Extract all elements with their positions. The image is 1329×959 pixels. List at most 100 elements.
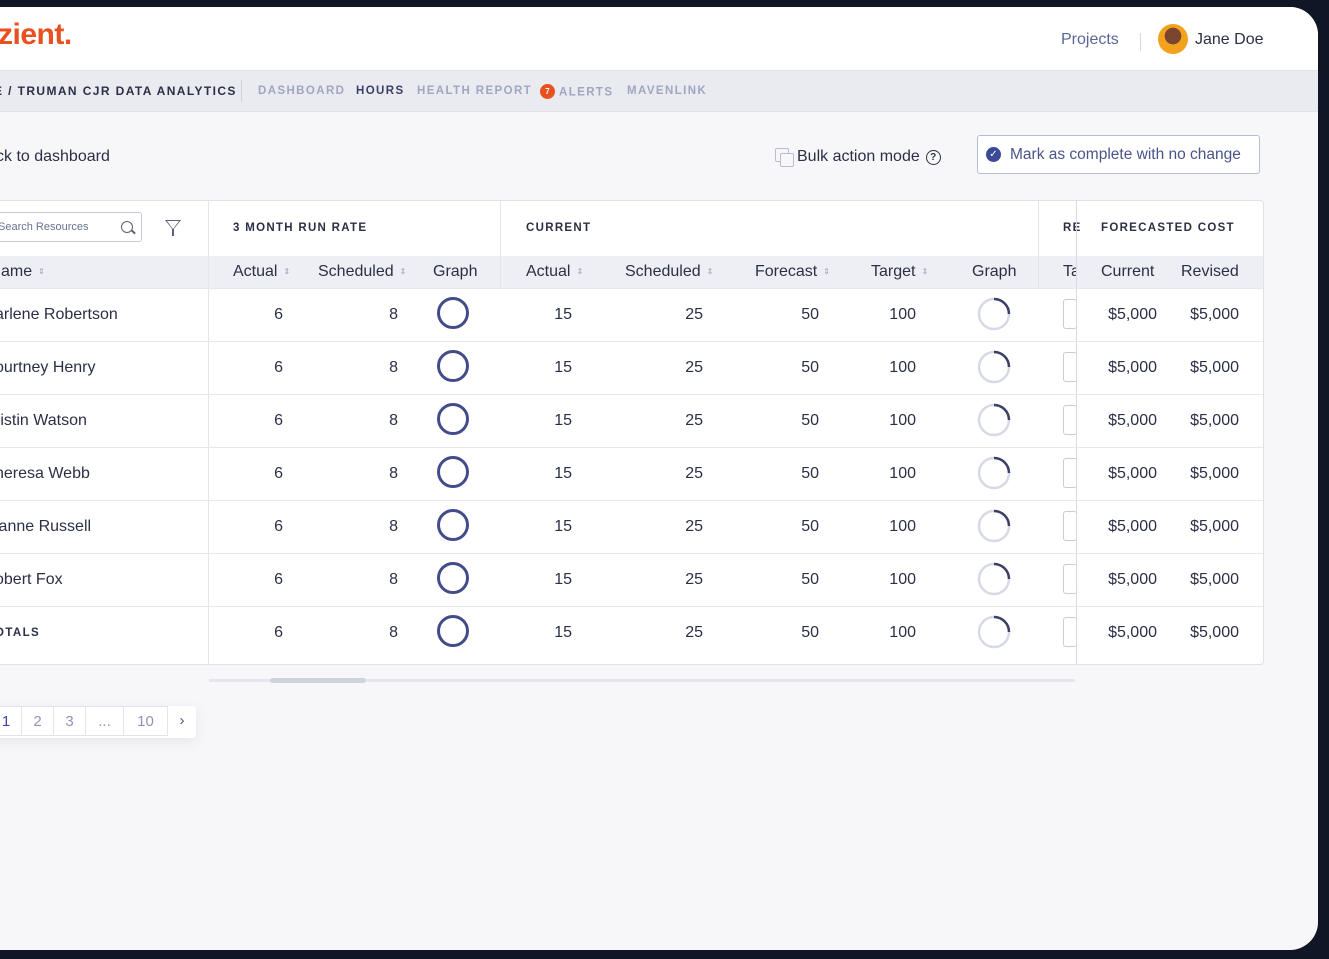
cost-revised-cell: $5,000 [1190, 359, 1239, 376]
revised-input[interactable] [1063, 564, 1077, 594]
table-row[interactable]: heresa Webb 6 8 15 25 50 100 $5,000 $5,000 [0, 447, 1263, 501]
group-forecasted-cost: FORECASTED COST [1101, 222, 1235, 234]
cur-scheduled-cell: 25 [685, 518, 703, 535]
table-row[interactable]: ristin Watson 6 8 15 25 50 100 $5,000 $5,000 [0, 394, 1263, 448]
page-button-1[interactable]: 1 [0, 706, 22, 736]
revised-input[interactable] [1063, 511, 1077, 541]
back-to-dashboard-link[interactable]: ck to dashboard [0, 148, 110, 166]
brand-logo[interactable]: zient. [0, 18, 72, 52]
page-button-10[interactable]: 10 [124, 706, 168, 736]
cur-target-cell: 100 [889, 465, 916, 482]
cost-current-cell: $5,000 [1108, 412, 1157, 429]
col-cur-scheduled-header[interactable]: Scheduled ⇕ [625, 263, 713, 281]
cur-actual-cell: 15 [554, 571, 572, 588]
tab-hours[interactable]: HOURS [356, 85, 405, 97]
table-row[interactable]: ianne Russell 6 8 15 25 50 100 $5,000 $5,000 [0, 500, 1263, 554]
group-header-row: Search Resources 3 MONTH RUN RATE CURREN… [0, 201, 1263, 256]
bulk-select-icon [775, 148, 795, 167]
cost-current-cell: $5,000 [1108, 518, 1157, 535]
col-rr-actual-header[interactable]: Actual ⇕ [233, 263, 290, 281]
cost-current-cell: $5,000 [1108, 465, 1157, 482]
rr-actual-cell: 6 [274, 571, 283, 588]
col-cur-forecast-header[interactable]: Forecast ⇕ [755, 263, 830, 281]
revised-input[interactable] [1063, 617, 1077, 647]
cost-revised-cell: $5,000 [1190, 518, 1239, 535]
totals-row[interactable]: OTALS 6 8 15 25 50 100 $5,000 $5,000 [0, 606, 1263, 660]
tab-alerts[interactable]: 7 ALERTS [540, 84, 613, 100]
tab-health-report[interactable]: HEALTH REPORT [417, 85, 532, 97]
help-icon[interactable]: ? [925, 149, 941, 165]
user-avatar[interactable] [1158, 24, 1188, 54]
scrollbar-thumb[interactable] [270, 678, 366, 683]
rr-actual-cell: 6 [274, 624, 283, 641]
cur-forecast-cell: 50 [801, 412, 819, 429]
tab-mavenlink[interactable]: MAVENLINK [627, 85, 707, 97]
cost-revised-cell: $5,000 [1190, 412, 1239, 429]
cur-target-cell: 100 [889, 412, 916, 429]
projects-link[interactable]: Projects [1061, 31, 1119, 49]
cur-actual-cell: 15 [554, 518, 572, 535]
mark-complete-button[interactable]: ✓ Mark as complete with no change [977, 135, 1260, 174]
cur-scheduled-cell: 25 [685, 624, 703, 641]
resource-name[interactable]: ourtney Henry [0, 359, 96, 377]
col-cur-actual-header[interactable]: Actual ⇕ [526, 263, 583, 281]
breadcrumb[interactable]: E / TRUMAN CJR DATA ANALYTICS [0, 84, 237, 98]
cur-target-cell: 100 [889, 624, 916, 641]
cur-target-cell: 100 [889, 518, 916, 535]
cur-graph-ring [977, 562, 1011, 596]
cur-target-cell: 100 [889, 359, 916, 376]
resource-name[interactable]: ristin Watson [0, 412, 87, 430]
cur-scheduled-cell: 25 [685, 571, 703, 588]
cur-scheduled-cell: 25 [685, 359, 703, 376]
table-row[interactable]: arlene Robertson 6 8 15 25 50 100 $5,000 $5,000 [0, 288, 1263, 342]
revised-input[interactable] [1063, 458, 1077, 488]
rr-scheduled-cell: 8 [389, 306, 398, 323]
page-button-3[interactable]: 3 [54, 706, 86, 736]
filter-icon-stem [172, 229, 174, 236]
totals-label: OTALS [0, 627, 41, 639]
user-name[interactable]: Jane Doe [1195, 31, 1264, 49]
next-page-button[interactable]: › [168, 706, 196, 736]
page-button-2[interactable]: 2 [22, 706, 54, 736]
cost-current-cell: $5,000 [1108, 359, 1157, 376]
rr-scheduled-cell: 8 [389, 571, 398, 588]
group-run-rate: 3 MONTH RUN RATE [233, 222, 368, 234]
rr-graph-ring [437, 403, 469, 435]
subnav-divider [241, 80, 242, 102]
rr-scheduled-cell: 8 [389, 465, 398, 482]
col-rr-graph-header: Graph [433, 263, 478, 280]
pagination: 1 2 3... 10 › [0, 706, 196, 738]
resource-name[interactable]: ianne Russell [0, 518, 91, 536]
rr-scheduled-cell: 8 [389, 518, 398, 535]
cur-forecast-cell: 50 [801, 571, 819, 588]
revised-input[interactable] [1063, 299, 1077, 329]
rr-actual-cell: 6 [274, 412, 283, 429]
cost-current-cell: $5,000 [1108, 624, 1157, 641]
cost-revised-cell: $5,000 [1190, 571, 1239, 588]
rr-graph-ring [437, 350, 469, 382]
col-cur-target-header[interactable]: Target ⇕ [871, 263, 928, 281]
resource-name[interactable]: heresa Webb [0, 465, 90, 483]
rr-graph-ring [437, 509, 469, 541]
project-subnav: E / TRUMAN CJR DATA ANALYTICS DASHBOARD … [0, 71, 1318, 112]
resource-name[interactable]: obert Fox [0, 571, 63, 589]
col-rr-scheduled-header[interactable]: Scheduled ⇕ [318, 263, 406, 281]
header-divider [1140, 33, 1141, 51]
bulk-action-toggle[interactable]: Bulk action mode ? [775, 144, 941, 170]
rr-scheduled-cell: 8 [389, 412, 398, 429]
search-icon[interactable] [121, 221, 133, 233]
cur-forecast-cell: 50 [801, 465, 819, 482]
bulk-action-label: Bulk action mode [797, 148, 920, 165]
cur-graph-ring [977, 403, 1011, 437]
col-name-header[interactable]: ame ⇕ [1, 263, 45, 281]
cost-current-cell: $5,000 [1108, 306, 1157, 323]
tab-dashboard[interactable]: DASHBOARD [258, 85, 345, 97]
revised-input[interactable] [1063, 405, 1077, 435]
rr-actual-cell: 6 [274, 465, 283, 482]
hours-table: Search Resources 3 MONTH RUN RATE CURREN… [0, 200, 1264, 665]
table-row[interactable]: ourtney Henry 6 8 15 25 50 100 $5,000 $5,000 [0, 341, 1263, 395]
revised-input[interactable] [1063, 352, 1077, 382]
divider-current [1038, 201, 1039, 288]
resource-name[interactable]: arlene Robertson [0, 306, 118, 324]
table-row[interactable]: obert Fox 6 8 15 25 50 100 $5,000 $5,000 [0, 553, 1263, 607]
